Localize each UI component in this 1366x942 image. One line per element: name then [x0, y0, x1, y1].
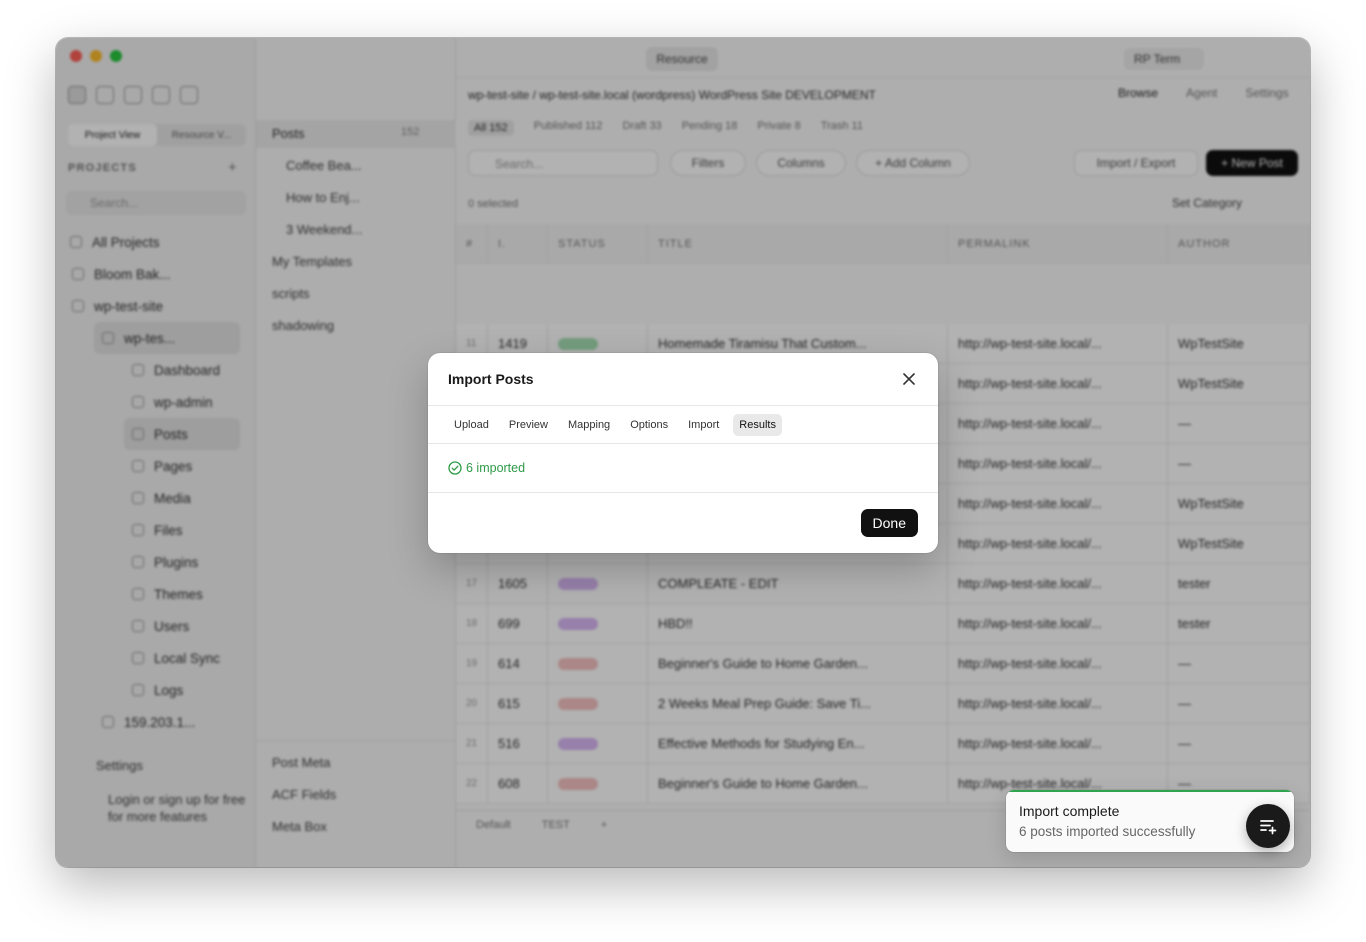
dialog-title: Import Posts [448, 371, 534, 387]
import-posts-dialog: Import Posts Upload Preview Mapping Opti… [428, 353, 938, 553]
step-upload[interactable]: Upload [448, 414, 495, 436]
import-steps: Upload Preview Mapping Options Import Re… [428, 406, 938, 444]
step-results[interactable]: Results [733, 413, 782, 436]
step-mapping[interactable]: Mapping [562, 414, 616, 436]
import-results: 6 imported [428, 444, 938, 493]
dialog-footer: Done [428, 493, 938, 553]
toast-accent-bar [1006, 790, 1294, 792]
toast-title: Import complete [1019, 803, 1120, 819]
step-preview[interactable]: Preview [503, 414, 554, 436]
toast-message: 6 posts imported successfully [1019, 824, 1196, 839]
dialog-header: Import Posts [428, 353, 938, 406]
check-circle-icon [448, 461, 462, 475]
floating-action-button[interactable] [1246, 804, 1290, 848]
close-icon[interactable] [900, 370, 918, 388]
step-import[interactable]: Import [682, 414, 725, 436]
step-options[interactable]: Options [624, 414, 674, 436]
imported-count: 6 imported [466, 461, 526, 475]
done-button[interactable]: Done [860, 509, 918, 537]
list-add-icon [1260, 820, 1277, 835]
